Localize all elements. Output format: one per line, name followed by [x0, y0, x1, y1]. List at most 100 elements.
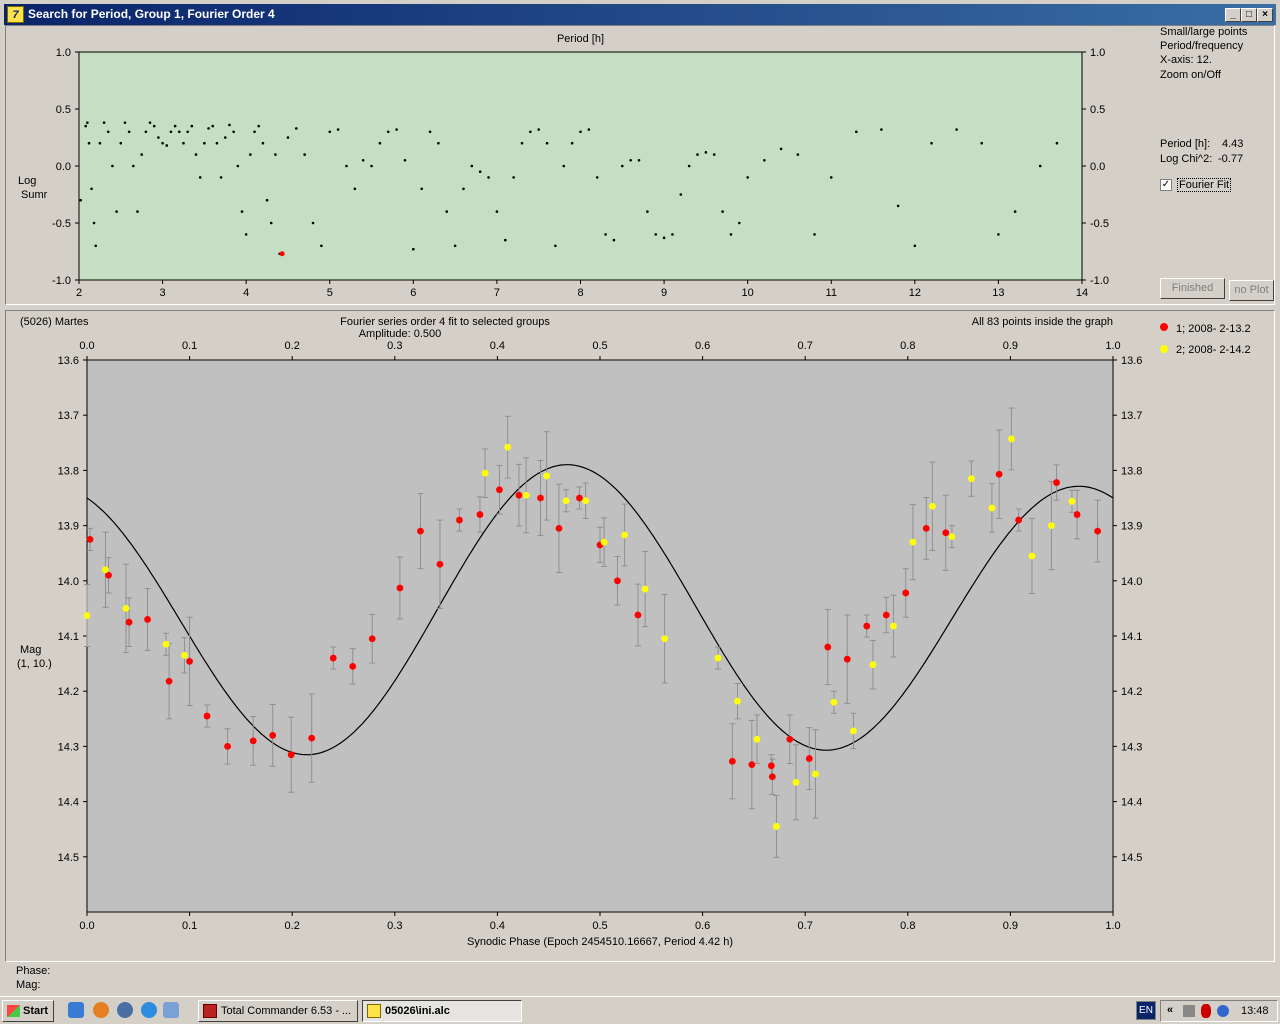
- firefox-icon[interactable]: [93, 1002, 109, 1018]
- group-1-point: [224, 743, 231, 750]
- period-point: [94, 244, 98, 248]
- finished-button[interactable]: Finished: [1160, 278, 1225, 299]
- group-1-point: [995, 470, 1003, 478]
- task-ini-alc[interactable]: 05026\ini.alc: [362, 1000, 522, 1022]
- fourier-fit-checkbox[interactable]: ✓: [1160, 179, 1172, 191]
- period-point: [111, 164, 114, 168]
- group-1-point: [728, 757, 736, 765]
- option-small-large-points[interactable]: Small/large points: [1160, 26, 1247, 38]
- phase-top-tick-label: 0.1: [182, 340, 197, 352]
- mag-tick-label: 14.2: [58, 686, 79, 698]
- group-2-point: [948, 533, 956, 541]
- minimize-button[interactable]: _: [1225, 8, 1241, 22]
- mag-tick-label: 13.9: [58, 521, 79, 533]
- group-1-point: [287, 751, 295, 759]
- phase-top-tick-label: 0.8: [900, 340, 915, 352]
- group-2-point: [1028, 552, 1036, 560]
- phase-top-tick-label: 0.6: [695, 340, 710, 352]
- group-2-point: [661, 635, 669, 643]
- tray-icon-3[interactable]: [1217, 1005, 1229, 1017]
- lightcurve-plot[interactable]: (5026) Martes Fourier series order 4 fit …: [0, 305, 1155, 960]
- group-1-point: [1053, 479, 1060, 486]
- option-zoom[interactable]: Zoom on/Off: [1160, 69, 1221, 81]
- group-1-point: [902, 589, 910, 597]
- period-label: Period [h]:: [1160, 138, 1211, 150]
- period-point: [470, 164, 474, 168]
- task-total-commander[interactable]: Total Commander 6.53 - ...: [198, 1000, 358, 1022]
- thunderbird-icon[interactable]: [117, 1002, 133, 1018]
- group-2-point: [753, 735, 761, 743]
- period-point: [157, 136, 160, 139]
- explorer-icon[interactable]: [163, 1002, 179, 1018]
- period-x-tick-label: 4: [243, 287, 249, 299]
- object-label: (5026) Martes: [20, 316, 89, 328]
- period-x-tick-label: 2: [76, 287, 82, 299]
- phase-bottom-tick-label: 0.5: [592, 920, 607, 932]
- option-x-axis[interactable]: X-axis: 12.: [1160, 54, 1212, 66]
- phase-top-tick-label: 0.0: [79, 340, 94, 352]
- tray-expand-icon[interactable]: «: [1167, 1004, 1173, 1016]
- period-point: [721, 210, 724, 213]
- fourier-fit-label[interactable]: Fourier Fit: [1177, 178, 1232, 192]
- period-point: [249, 153, 252, 156]
- group-2-point: [481, 469, 489, 477]
- group-1-point: [86, 536, 94, 543]
- period-point: [328, 130, 332, 134]
- language-indicator[interactable]: EN: [1136, 1001, 1156, 1020]
- group-2-point: [988, 504, 996, 512]
- period-point: [495, 210, 499, 213]
- period-point: [763, 159, 766, 162]
- period-point: [412, 247, 415, 251]
- phase-bottom-tick-label: 0.7: [798, 920, 813, 932]
- group-1-point: [476, 511, 484, 518]
- period-point: [198, 176, 202, 179]
- period-point: [637, 159, 641, 162]
- ie-icon[interactable]: [141, 1002, 157, 1018]
- group-1-point: [805, 755, 813, 762]
- period-point: [186, 130, 189, 134]
- mag-tick-label-right: 14.0: [1121, 576, 1142, 588]
- period-point: [123, 121, 127, 124]
- period-point: [704, 151, 708, 154]
- maximize-button[interactable]: □: [1241, 8, 1257, 22]
- group-1-point: [144, 616, 151, 623]
- group-2-point: [504, 443, 512, 451]
- no-plot-button[interactable]: no Plot: [1229, 280, 1274, 301]
- group-2-point: [968, 475, 975, 483]
- group-2-point: [600, 538, 608, 546]
- mag-tick-label-right: 14.1: [1121, 631, 1142, 643]
- group-1-point: [368, 635, 376, 643]
- period-point: [311, 221, 315, 225]
- period-plot[interactable]: Period [h] Log Sumr 2 3 4 5 6 7 8 9 10 11 12 13 14 1.0 1.…: [0, 0, 1155, 305]
- tray-icon-2[interactable]: [1201, 1004, 1211, 1018]
- start-button[interactable]: Start: [2, 1000, 54, 1022]
- period-point: [223, 136, 227, 139]
- period-point: [746, 176, 749, 179]
- period-point: [403, 159, 407, 162]
- period-point: [236, 164, 240, 168]
- period-ylabel-2: Sumr: [21, 189, 48, 201]
- close-button[interactable]: ×: [1257, 8, 1273, 22]
- group-2-point: [773, 823, 780, 830]
- mag-tick-label-right: 13.9: [1121, 521, 1142, 533]
- group-1-point: [349, 662, 357, 670]
- tray-icon-1[interactable]: [1183, 1005, 1195, 1017]
- period-point: [437, 141, 440, 145]
- period-point: [997, 233, 1000, 236]
- taskbar: Start Total Commander 6.53 - ... 05026\i…: [0, 996, 1280, 1024]
- group-1-point: [863, 622, 871, 630]
- period-point: [880, 128, 883, 131]
- group-1-point: [614, 577, 621, 585]
- option-period-frequency[interactable]: Period/frequency: [1160, 40, 1243, 52]
- desktop-icon[interactable]: [68, 1002, 84, 1018]
- phase-bottom-tick-label: 0.6: [695, 920, 710, 932]
- legend-1-label: 1; 2008- 2-13.2: [1176, 323, 1251, 335]
- mag-tick-label: 14.5: [58, 852, 79, 864]
- group-2-point: [869, 661, 877, 669]
- group-1-point: [882, 611, 890, 619]
- group-2-point: [83, 612, 91, 619]
- group-1-point: [576, 494, 583, 502]
- period-point: [265, 198, 269, 202]
- group-2-point: [929, 502, 936, 510]
- period-point: [92, 221, 96, 225]
